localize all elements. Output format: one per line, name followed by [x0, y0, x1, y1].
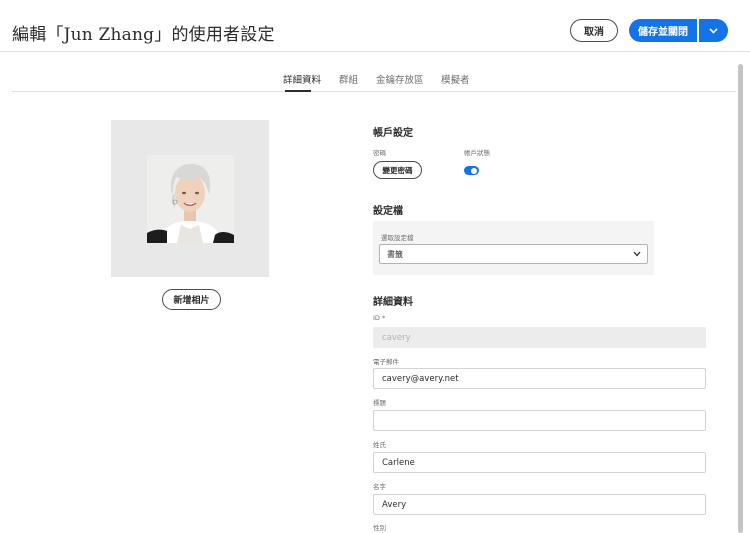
profile-select-label: 選取設定檔	[381, 234, 414, 242]
change-password-button[interactable]: 變更密碼	[373, 161, 422, 179]
page-title: 編輯「Jun Zhang」的使用者設定	[12, 25, 275, 45]
profile-select[interactable]: 書籤	[379, 244, 648, 264]
user-photo	[147, 155, 234, 243]
title-label: 標題	[373, 399, 386, 407]
gender-label: 性別	[373, 524, 386, 532]
save-and-close-button[interactable]: 儲存並關閉	[629, 19, 697, 42]
id-field: cavery	[373, 327, 706, 348]
tab-details[interactable]: 詳細資料	[283, 72, 321, 86]
chevron-down-icon	[709, 27, 718, 34]
tab-keystore[interactable]: 金鑰存放區	[376, 72, 424, 86]
first-name-field[interactable]: Avery	[373, 494, 706, 515]
id-label: ID *	[373, 314, 386, 322]
scrollbar-thumb[interactable]	[738, 64, 743, 533]
tab-impersonators[interactable]: 模擬者	[441, 72, 470, 86]
save-options-button[interactable]	[699, 19, 728, 42]
profile-selected-value: 書籤	[387, 249, 403, 259]
active-tab-indicator	[285, 90, 311, 92]
email-label: 電子郵件	[373, 358, 399, 366]
password-label: 密碼	[373, 149, 386, 157]
add-photo-button[interactable]: 新增相片	[162, 289, 221, 310]
profile-panel: 選取設定檔 書籤	[373, 221, 654, 275]
account-status-label: 帳戶狀態	[464, 149, 490, 157]
first-name-label: 名字	[373, 483, 386, 491]
details-section-title: 詳細資料	[373, 297, 413, 308]
tab-bar: 詳細資料 群組 金鑰存放區 模擬者	[12, 52, 736, 92]
header-bar: 編輯「Jun Zhang」的使用者設定 取消 儲存並關閉	[0, 0, 750, 52]
last-name-label: 姓氏	[373, 441, 386, 449]
email-field[interactable]: cavery@avery.net	[373, 368, 706, 389]
account-status-toggle[interactable]	[464, 166, 479, 175]
last-name-field[interactable]: Carlene	[373, 452, 706, 473]
cancel-button[interactable]: 取消	[570, 19, 618, 42]
tab-groups[interactable]: 群組	[339, 72, 358, 86]
toggle-knob	[471, 167, 477, 174]
profile-section-title: 設定檔	[373, 206, 403, 217]
chevron-down-icon	[633, 251, 641, 257]
title-field[interactable]	[373, 410, 706, 431]
account-settings-title: 帳戶設定	[373, 128, 413, 139]
